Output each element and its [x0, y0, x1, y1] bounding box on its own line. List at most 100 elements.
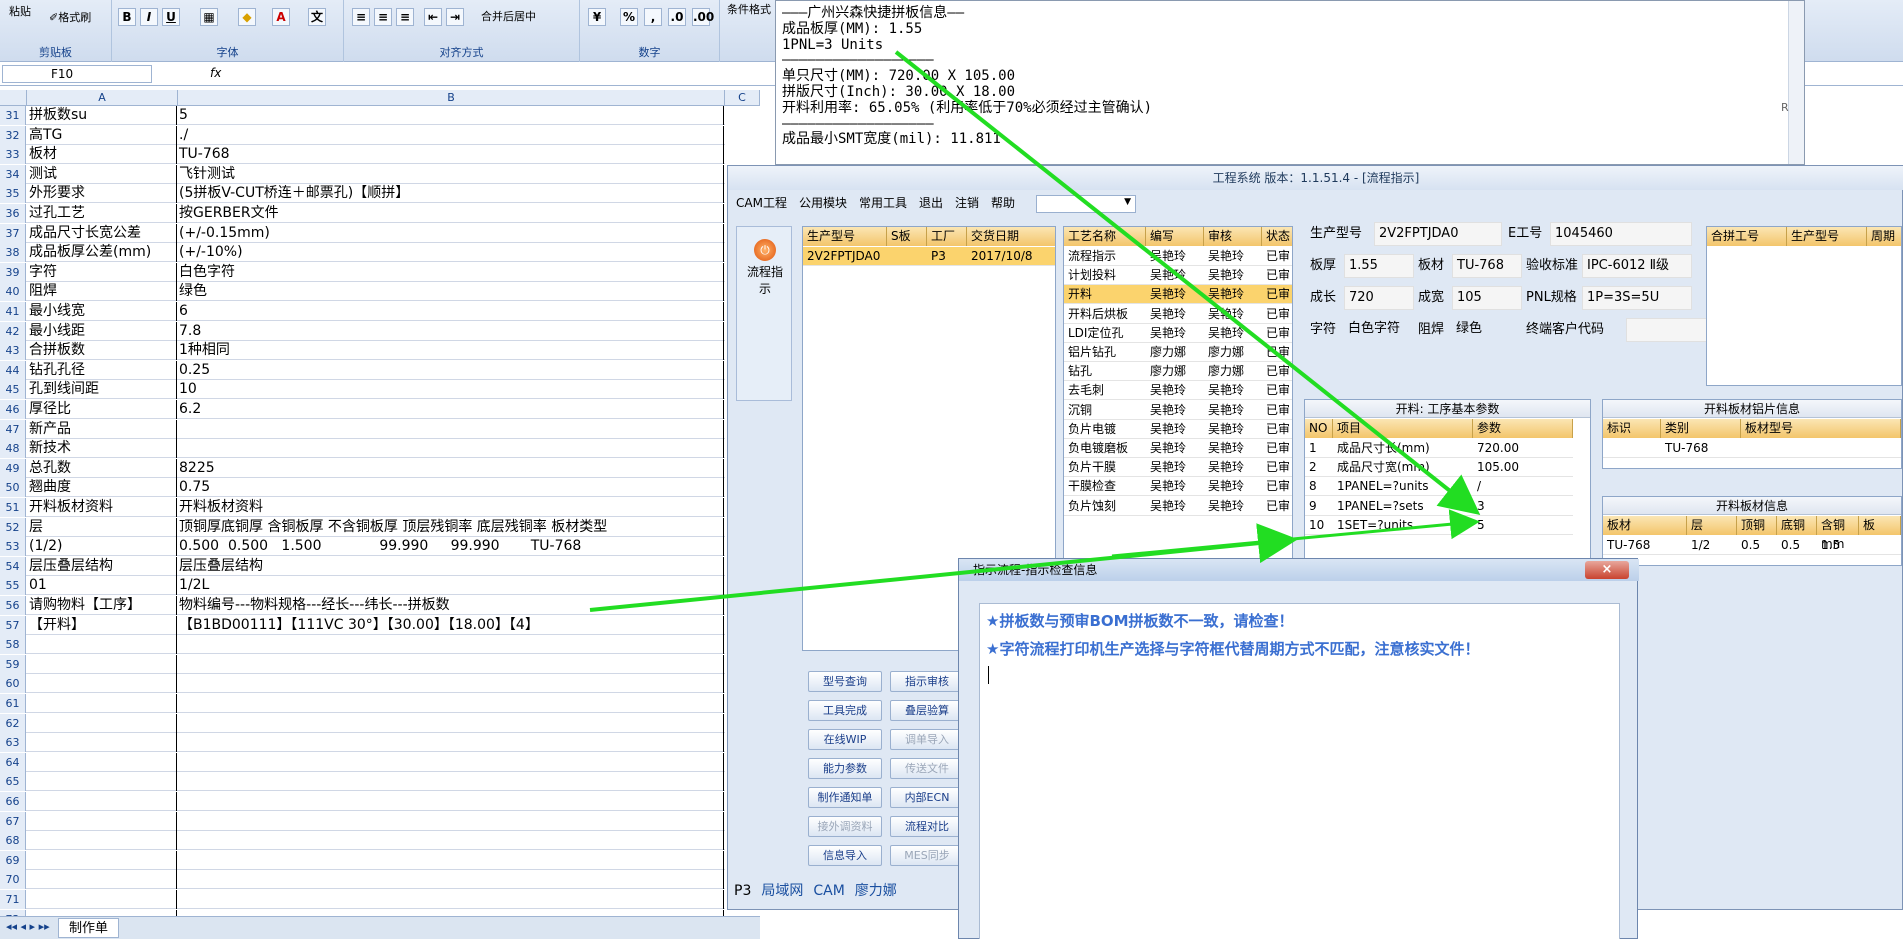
row-number[interactable]: 35 [0, 184, 26, 204]
table-cell[interactable]: LDI定位孔 [1064, 324, 1146, 343]
table-cell[interactable]: 廖力娜 [1146, 362, 1204, 382]
cell-a[interactable]: 字符 [27, 262, 177, 282]
table-cell[interactable]: 已审 [1262, 343, 1292, 362]
table-cell[interactable]: 吴艳玲 [1146, 458, 1204, 478]
table-cell[interactable] [1603, 439, 1661, 458]
cell-b[interactable] [178, 792, 724, 811]
table-cell[interactable]: 开料后烘板 [1064, 305, 1146, 324]
cell-a[interactable] [27, 772, 177, 792]
fill-color-icon[interactable]: ◆ [238, 8, 256, 26]
cell-a[interactable]: 层压叠层结构 [27, 556, 177, 576]
table-header[interactable]: 层 [1687, 516, 1737, 535]
row-number[interactable]: 51 [0, 498, 26, 517]
panel-info-text-window[interactable]: ———广州兴森快捷拼板信息—— 成品板厚(MM): 1.55 1PNL=3 Un… [775, 0, 1805, 165]
pnl-field[interactable]: 1P=3S=5U [1582, 286, 1692, 310]
table-cell[interactable]: 去毛刺 [1064, 381, 1146, 401]
row-number[interactable]: 33 [0, 145, 26, 165]
board-table[interactable]: 开料板材信息 板材层顶铜 底铜 含铜mm 板 TU-768 1/2 0.5 0.5 1.5 [1602, 496, 1902, 566]
table-cell[interactable]: 吴艳玲 [1146, 381, 1204, 401]
percent-button[interactable]: % [620, 8, 638, 26]
row-number[interactable]: 58 [0, 635, 26, 655]
cell-a[interactable] [27, 635, 177, 655]
table-cell[interactable]: 吴艳玲 [1146, 497, 1204, 516]
table-cell[interactable]: 105.00 [1473, 458, 1573, 478]
table-cell[interactable]: 沉铜 [1064, 401, 1146, 420]
menu-item[interactable]: 退出 [919, 196, 943, 210]
cell-a[interactable] [27, 811, 177, 831]
table-cell[interactable]: 吴艳玲 [1204, 497, 1262, 516]
row-number[interactable]: 49 [0, 458, 26, 478]
align-right-icon[interactable]: ≡ [396, 8, 414, 26]
cell-a[interactable]: 钻孔孔径 [27, 360, 177, 380]
table-header[interactable]: 顶铜 [1737, 516, 1777, 535]
row-number[interactable]: 59 [0, 654, 26, 674]
cell-b[interactable] [178, 811, 724, 831]
bottom-tab[interactable]: CAM [813, 883, 844, 899]
table-cell[interactable] [1741, 439, 1901, 458]
cell-b[interactable]: 按GERBER文件 [178, 204, 724, 223]
table-header[interactable]: 工艺名称 [1064, 227, 1146, 246]
table-cell[interactable]: 吴艳玲 [1204, 420, 1262, 439]
cell-b[interactable]: 0.25 [178, 360, 724, 380]
cell-a[interactable]: 新产品 [27, 419, 177, 439]
cell-b[interactable] [178, 890, 724, 909]
cell-b[interactable]: (+/-0.15mm) [178, 223, 724, 243]
row-number[interactable]: 39 [0, 262, 26, 282]
table-cell[interactable]: 2V2FPTJDA0 [803, 247, 887, 266]
action-button[interactable]: 叠层验算 [890, 700, 964, 721]
cell-b[interactable]: 层压叠层结构 [178, 556, 724, 576]
table-cell[interactable]: 已审 [1262, 381, 1292, 401]
row-number[interactable]: 37 [0, 223, 26, 243]
row-number[interactable]: 32 [0, 125, 26, 145]
name-box[interactable]: F10 [2, 65, 152, 83]
table-cell[interactable]: 已审 [1262, 401, 1292, 420]
action-button[interactable]: MES同步 [890, 845, 964, 866]
currency-icon[interactable]: ¥ [588, 8, 606, 26]
table-cell[interactable]: 吴艳玲 [1146, 305, 1204, 324]
align-left-icon[interactable]: ≡ [352, 8, 370, 26]
cell-b[interactable]: 顶铜厚底铜厚 含铜板厚 不含铜板厚 顶层残铜率 底层残铜率 板材类型 [178, 517, 724, 537]
merge-center-button[interactable]: 合并后居中 [478, 7, 539, 27]
format-painter-button[interactable]: ✐格式刷 [46, 8, 94, 28]
row-number[interactable]: 71 [0, 890, 26, 909]
cell-a[interactable]: 翘曲度 [27, 478, 177, 498]
table-cell[interactable]: / [1473, 477, 1573, 497]
cell-a[interactable]: 成品板厚公差(mm) [27, 243, 177, 263]
row-number[interactable]: 64 [0, 752, 26, 772]
cell-a[interactable] [27, 752, 177, 772]
cell-a[interactable] [27, 831, 177, 851]
row-number[interactable]: 68 [0, 831, 26, 851]
table-cell[interactable]: P3 [927, 247, 967, 266]
cell-b[interactable]: TU-768 [178, 145, 724, 165]
flow-indicator-button[interactable]: ⏻ 流程指示 [743, 239, 787, 297]
table-cell[interactable]: 吴艳玲 [1204, 458, 1262, 478]
cell-a[interactable] [27, 792, 177, 811]
table-cell[interactable]: 廖力娜 [1204, 343, 1262, 362]
table-cell[interactable]: 吴艳玲 [1204, 285, 1262, 305]
cell-a[interactable]: 新技术 [27, 439, 177, 459]
params-table[interactable]: 开料: 工序基本参数 NO 项目 参数 1 成品尺寸长(mm) 720.00 2 成品尺寸宽(m… [1304, 399, 1591, 559]
table-cell[interactable]: 吴艳玲 [1204, 324, 1262, 343]
table-cell[interactable]: 已审 [1262, 266, 1292, 286]
col-header-a[interactable]: A [27, 90, 178, 106]
cell-a[interactable]: 外形要求 [27, 184, 177, 204]
col-header-c[interactable]: C [725, 90, 760, 106]
table-cell[interactable]: 8 [1305, 477, 1333, 497]
cell-b[interactable] [178, 752, 724, 772]
row-number[interactable]: 45 [0, 380, 26, 400]
thick-field[interactable]: 1.55 [1344, 254, 1414, 278]
table-header[interactable]: 板材型号 [1741, 419, 1901, 438]
cell-b[interactable]: 开料板材资料 [178, 498, 724, 517]
row-number[interactable]: 44 [0, 360, 26, 380]
indent-icon[interactable]: ⇤ [424, 8, 442, 26]
action-button[interactable]: 流程对比 [890, 816, 964, 837]
cell-b[interactable]: 【B1BD00111】【111VC 30°】【30.00】【18.00】【4】 [178, 615, 724, 635]
table-cell[interactable]: 干膜检查 [1064, 477, 1146, 497]
table-cell[interactable] [1859, 536, 1901, 555]
table-header[interactable]: S板 [887, 227, 927, 246]
table-cell[interactable]: 已审 [1262, 497, 1292, 516]
table-cell[interactable]: 1.5 [1817, 536, 1859, 555]
close-button[interactable]: × [1585, 561, 1629, 579]
row-number[interactable]: 69 [0, 850, 26, 870]
phonetic-icon[interactable]: 文 [308, 8, 326, 26]
